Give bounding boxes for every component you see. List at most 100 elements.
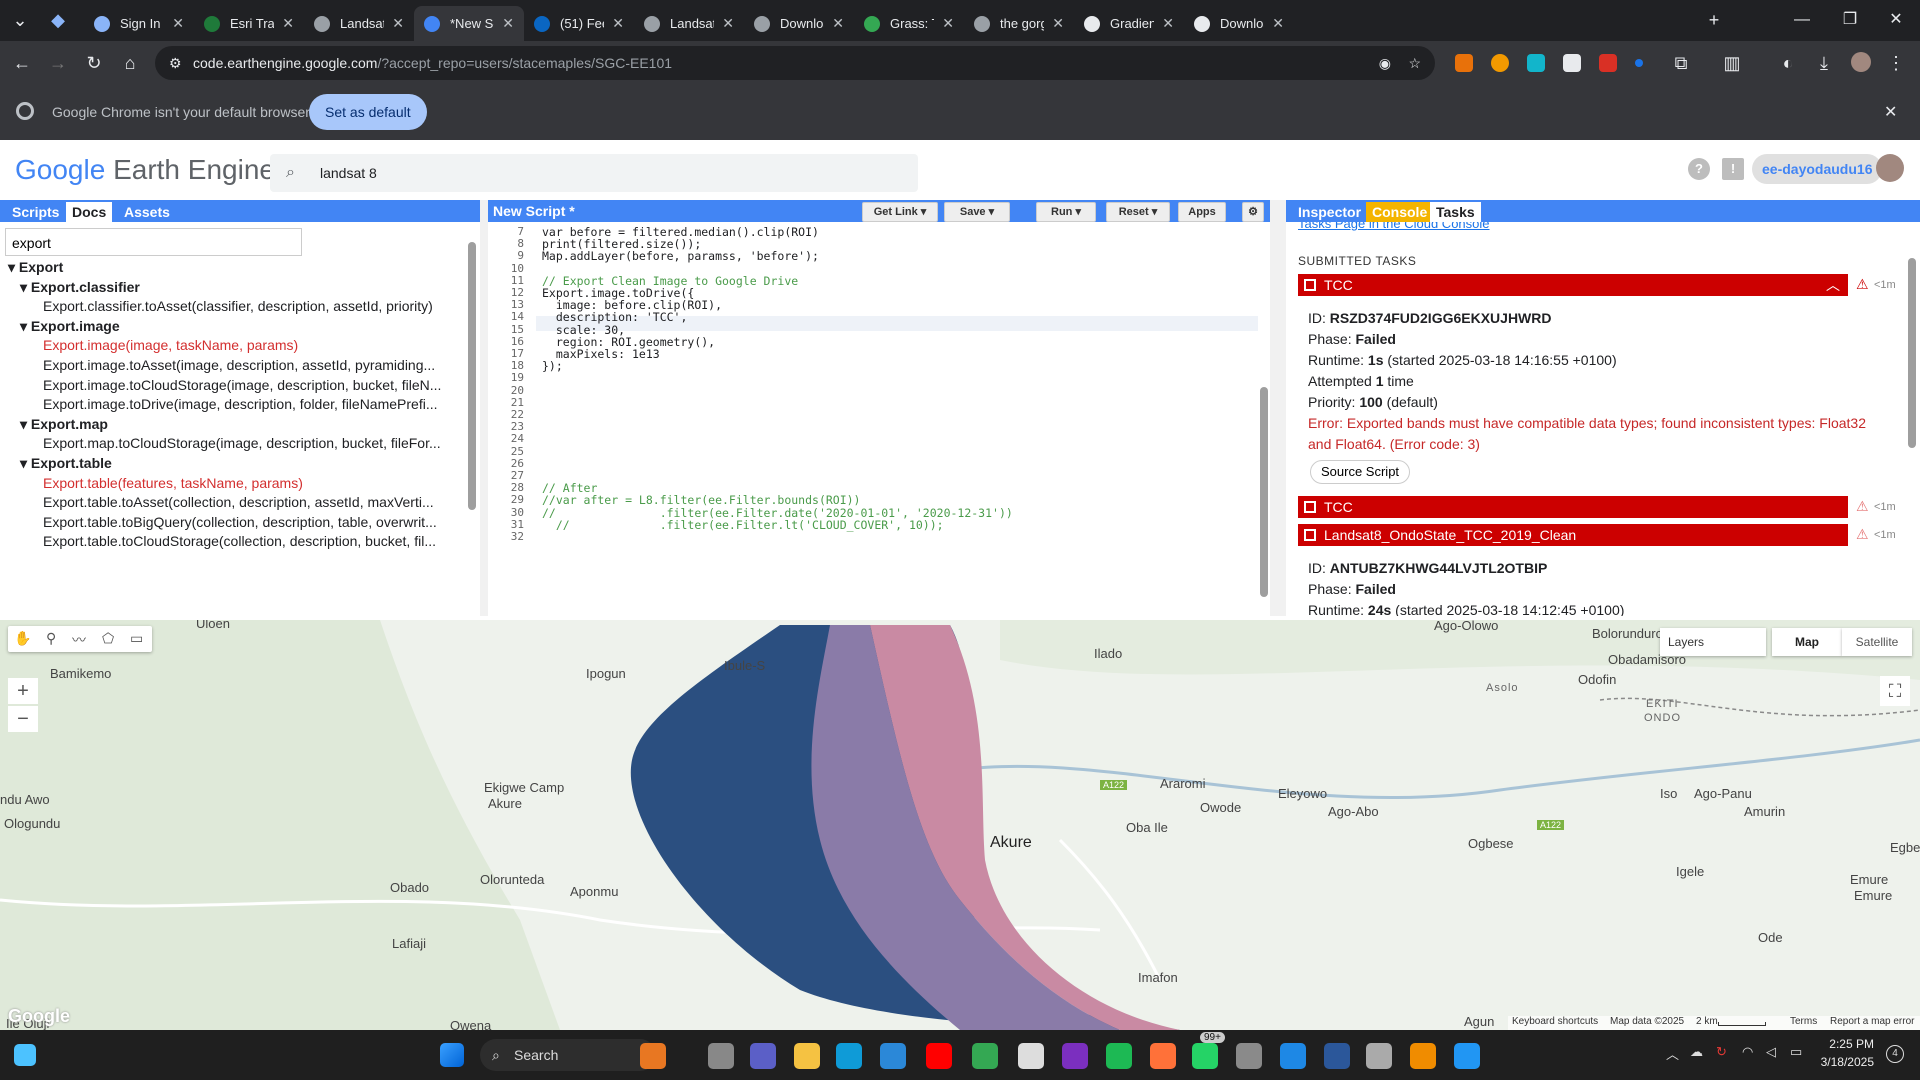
whatsapp-icon[interactable] [1192,1043,1218,1069]
start-windows-icon[interactable] [440,1043,464,1067]
wifi-icon[interactable]: ◠ [1742,1044,1753,1060]
download-icon[interactable]: ⤓ [1812,51,1836,75]
apps-button[interactable]: Apps [1178,202,1226,222]
bookmark-star-icon[interactable]: ☆ [1408,46,1421,80]
clock-date[interactable]: 3/18/2025 [1814,1055,1874,1069]
tab-assets[interactable]: Assets [118,202,176,222]
tab-close-icon[interactable]: ✕ [722,15,734,32]
home-button[interactable]: ⌂ [118,51,142,75]
word-icon[interactable] [1324,1043,1350,1069]
taskbar-search[interactable]: ⌕ Search [480,1039,656,1071]
site-info-icon[interactable]: ⚙ [169,46,182,80]
reload-button[interactable]: ↻ [82,51,106,75]
explorer-folder-icon[interactable] [794,1043,820,1069]
teams-icon[interactable] [750,1043,776,1069]
infobar-close-icon[interactable]: ✕ [1884,102,1897,122]
help-icon[interactable]: ? [1688,158,1710,180]
tab-close-icon[interactable]: ✕ [282,15,294,32]
address-bar[interactable]: ⚙ code.earthengine.google.com/?accept_re… [155,46,1435,80]
feedback-icon[interactable]: ! [1722,158,1744,180]
app-icon[interactable] [1366,1043,1392,1069]
battery-icon[interactable]: ▭ [1790,1044,1802,1060]
polygon-icon[interactable]: ⬠ [102,630,114,647]
save-button[interactable]: Save ▾ [944,202,1010,222]
browser-tab[interactable]: the gorge - G ✕ [964,6,1074,41]
spotify-icon[interactable] [1106,1043,1132,1069]
line-icon[interactable]: 〰 [72,630,86,650]
vlc-icon[interactable] [1410,1043,1436,1069]
docs-tree-item[interactable]: Export.map.toCloudStorage(image, descrip… [43,435,441,451]
extensions-puzzle-icon[interactable]: ⧉ [1669,51,1693,75]
media-icon[interactable] [1454,1043,1480,1069]
set-default-button[interactable]: Set as default [309,94,427,130]
docs-tree-item[interactable]: Export.image.toDrive(image, description,… [43,396,438,412]
gee-search-input[interactable]: ⌕ landsat 8 [270,154,918,192]
tab-close-icon[interactable]: ✕ [1272,15,1284,32]
tab-docs[interactable]: Docs [66,202,113,222]
minimize-button[interactable]: — [1782,8,1822,32]
chrome-icon[interactable] [972,1043,998,1069]
file-manager-icon[interactable] [708,1043,734,1069]
docs-tree-item[interactable]: Export.classifier.toAsset(classifier, de… [43,298,433,314]
code-editor[interactable]: 7 8 9 10 11 12 13 14 15 16 17 18 19 20 21 22 23 24 25 26 27 2… [488,222,1270,616]
browser-tab[interactable]: Download his ✕ [1184,6,1294,41]
tab-console[interactable]: Console [1366,202,1434,222]
extension-dot-icon[interactable] [1635,59,1643,67]
onedrive-icon[interactable]: ☁ [1690,1044,1703,1060]
tab-close-icon[interactable]: ✕ [942,15,954,32]
docs-tree-item[interactable]: Export.image.toAsset(image, description,… [43,357,435,373]
tab-scripts[interactable]: Scripts [6,202,65,222]
tab-close-icon[interactable]: ✕ [1052,15,1064,32]
extension-blue-icon[interactable] [1527,54,1545,72]
extension-fox-icon[interactable] [1455,54,1473,72]
expand-triangle-icon[interactable]: ▾ [20,416,31,432]
docs-scrollbar[interactable] [468,242,476,510]
report-error-link[interactable]: Report a map error [1830,1016,1914,1027]
tab-close-icon[interactable]: ✕ [172,15,184,32]
eye-icon[interactable]: ◉ [1379,46,1391,80]
browser-tab[interactable]: Gradient Netw ✕ [1074,6,1184,41]
zoom-in-button[interactable]: + [8,678,38,704]
docs-tree-item[interactable]: Export.table.toCloudStorage(collection, … [43,533,436,549]
browser-tab[interactable]: (51) Feed | Lin ✕ [524,6,634,41]
editor-scrollbar[interactable] [1260,387,1268,597]
get-link-button[interactable]: Get Link ▾ [862,202,938,222]
settings-icon[interactable] [1236,1043,1262,1069]
satellite-type-button[interactable]: Satellite [1842,628,1912,656]
tab-tasks[interactable]: Tasks [1430,202,1481,222]
splitter-right[interactable] [1270,200,1286,616]
collapse-chevron-icon[interactable]: ︿ [1826,274,1840,296]
docs-tree-item[interactable]: Export.image.toCloudStorage(image, descr… [43,377,441,393]
reset-button[interactable]: Reset ▾ [1106,202,1170,222]
chrome-menu-icon[interactable]: ⋮ [1884,51,1908,75]
close-window-button[interactable]: ✕ [1876,8,1916,32]
docs-tree-item[interactable]: ▾ Export.map [20,416,108,433]
widgets-icon[interactable] [14,1044,36,1066]
expand-triangle-icon[interactable]: ▾ [20,455,31,471]
browser-tab[interactable]: Grass: Track Yo ✕ [854,6,964,41]
tab-close-icon[interactable]: ✕ [832,15,844,32]
tab-close-icon[interactable]: ✕ [502,15,514,32]
tab-close-icon[interactable]: ✕ [392,15,404,32]
browser-tab[interactable]: Esri Training | ✕ [194,6,304,41]
terms-link[interactable]: Terms [1790,1016,1817,1027]
tray-chevron-icon[interactable]: ︿ [1666,1044,1679,1063]
cloud-console-link[interactable]: Tasks Page in the Cloud Console [1298,222,1490,231]
docs-tree-item[interactable]: Export.table.toAsset(collection, descrip… [43,494,434,510]
zoom-out-button[interactable]: − [8,706,38,732]
browser-tab[interactable]: Landsat 8 Aku ✕ [634,6,744,41]
capcut-icon[interactable] [1018,1043,1044,1069]
performance-icon[interactable]: ◐ [1776,51,1800,75]
docs-tree-item[interactable]: Export.image(image, taskName, params) [43,337,298,353]
docs-tree-item[interactable]: ▾ Export [8,259,63,276]
new-tab-button[interactable]: + [1702,8,1726,32]
run-button[interactable]: Run ▾ [1036,202,1096,222]
extension-star-icon[interactable] [1491,54,1509,72]
map-canvas[interactable]: Uloen Bamikemo Ipogun Ibule-S Ilado Ago-Olowo… [0,620,1920,1030]
map-type-button[interactable]: Map [1772,628,1842,656]
tab-search-icon[interactable]: ⌄ [8,8,32,32]
tab-close-icon[interactable]: ✕ [1162,15,1174,32]
tab-close-icon[interactable]: ✕ [612,15,624,32]
clock-time[interactable]: 2:25 PM [1814,1037,1874,1051]
extension-grid-icon[interactable] [1563,54,1581,72]
